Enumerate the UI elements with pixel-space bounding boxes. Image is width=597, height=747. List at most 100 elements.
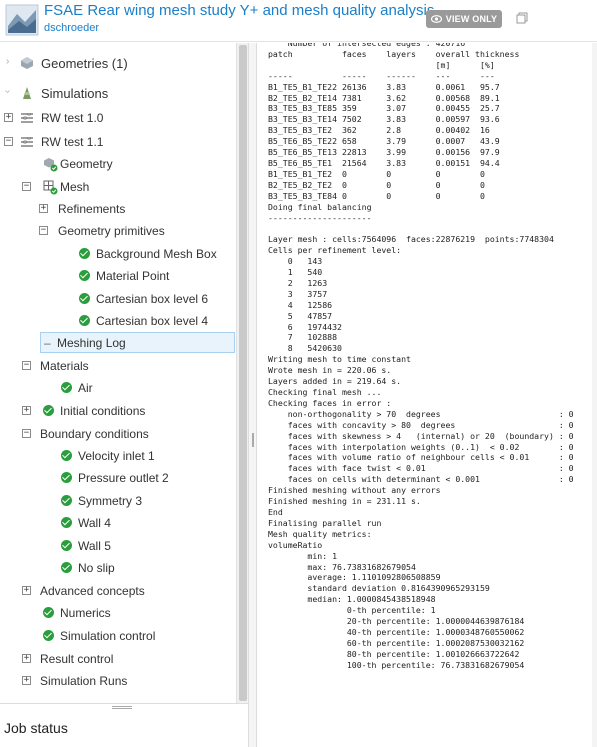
tree-item-simulations[interactable]: › Simulations [0,82,248,104]
expand-icon[interactable]: + [4,113,13,122]
expand-icon[interactable]: + [22,676,31,685]
log-line: 4 12586 [268,299,333,310]
check-icon [61,540,72,551]
tree-item-simulation-control[interactable]: Simulation control [0,625,248,647]
job-status-panel: Job status [0,703,248,747]
log-line: B3_TE5_B3_TE84 0 0 0 0 [268,190,485,201]
tree-item-result-control[interactable]: + Result control [0,648,248,670]
tree-label: Refinements [58,202,126,216]
log-line: faces on cells with determinant < 0.001 … [268,474,574,485]
tree-item-no-slip[interactable]: No slip [0,557,248,579]
tree-item-numerics[interactable]: Numerics [0,602,248,624]
job-status-title[interactable]: Job status [4,720,68,736]
log-line: 40-th percentile: 1.0000348760550062 [268,626,525,637]
tree-item-boundary-conditions[interactable]: − Boundary conditions [0,423,248,445]
tree-label: Boundary conditions [40,427,149,441]
tree-item-geometries[interactable]: › Geometries (1) [0,52,248,74]
chevron-down-icon[interactable]: › [2,90,13,93]
tree-scrollbar[interactable] [236,43,248,703]
log-line: volumeRatio [268,539,323,550]
tree-dash: – [44,335,51,350]
tree-label: Geometry [60,157,113,171]
tree-item-wall-4[interactable]: Wall 4 [0,512,248,534]
tree-item-pressure-outlet[interactable]: Pressure outlet 2 [0,467,248,489]
log-line: B1_TE5_B1_TE2 0 0 0 0 [268,168,485,179]
tree-label: Numerics [60,606,111,620]
simulations-icon [23,87,31,99]
tree-item-symmetry[interactable]: Symmetry 3 [0,490,248,512]
log-line: B3_TE5_B3_TE85 359 3.07 0.00455 25.7 [268,103,500,114]
log-line: median: 1.0000845438518948 [268,594,436,605]
log-line: Finished meshing in = 231.11 s. [268,496,421,507]
mesh-check-icon [43,180,58,195]
tree-item-velocity-inlet[interactable]: Velocity inlet 1 [0,445,248,467]
copy-icon[interactable] [516,12,528,24]
tree-item-materials[interactable]: − Materials [0,355,248,377]
log-line: End [268,506,283,517]
project-title[interactable]: FSAE Rear wing mesh study Y+ and mesh qu… [44,2,434,19]
app-header: FSAE Rear wing mesh study Y+ and mesh qu… [0,0,597,42]
tree-item-material-point[interactable]: Material Point [0,265,248,287]
tree-item-geometry-primitives[interactable]: − Geometry primitives [0,220,248,242]
log-line: 7 102888 [268,332,338,343]
view-only-label: VIEW ONLY [445,14,498,24]
log-line: B1_TE5_B1_TE22 26136 3.83 0.0061 95.7 [268,81,500,92]
simulation-settings-icon [21,113,33,123]
tree-item-refinements[interactable]: + Refinements [0,198,248,220]
expand-icon[interactable]: + [22,654,31,663]
tree-item-cartesian-box-6[interactable]: Cartesian box level 6 [0,288,248,310]
simulation-settings-icon [21,137,33,147]
panel-splitter[interactable] [248,43,257,747]
tree-item-geometry[interactable]: Geometry [0,153,248,175]
log-line: B5_TE6_B5_TE13 22813 3.99 0.00156 97.9 [268,147,500,158]
log-line: 100-th percentile: 76.73831682679054 [268,659,525,670]
expand-icon[interactable]: + [39,204,48,213]
project-tree: › Geometries (1) › Simulations + RW test… [0,43,248,703]
log-line: B2_TE5_B2_TE2 0 0 0 0 [268,179,485,190]
tree-item-rw-test-1-0[interactable]: + RW test 1.0 [0,107,248,129]
log-line: 1 540 [268,267,323,278]
check-icon [43,607,54,618]
tree-item-advanced-concepts[interactable]: + Advanced concepts [0,580,248,602]
tree-item-air[interactable]: Air [0,377,248,399]
log-line: --------------------- [268,212,372,223]
chevron-right-icon[interactable]: › [6,56,9,67]
tree-item-wall-5[interactable]: Wall 5 [0,535,248,557]
collapse-icon[interactable]: − [22,182,31,191]
tree-label: Background Mesh Box [96,247,217,261]
log-line: Mesh quality metrics: [268,528,372,539]
collapse-icon[interactable]: − [22,361,31,370]
tree-item-background-mesh-box[interactable]: Background Mesh Box [0,243,248,265]
expand-icon[interactable]: + [22,586,31,595]
tree-label: Simulations [41,85,109,101]
meshing-log-text: Number of intersected edges : 420716 patc… [268,43,597,671]
tree-item-simulation-runs[interactable]: + Simulation Runs [0,670,248,692]
expand-icon[interactable]: + [22,406,31,415]
tree-item-meshing-log[interactable]: – Meshing Log [40,332,235,353]
collapse-icon[interactable]: − [22,429,31,438]
splitter-grip-icon [252,433,254,447]
tree-item-initial-conditions[interactable]: + Initial conditions [0,400,248,422]
tree-item-rw-test-1-1[interactable]: − RW test 1.1 [0,131,248,153]
log-line: min: 1 [268,550,338,561]
log-line: 0 143 [268,256,323,267]
log-line: 80-th percentile: 1.001026663722642 [268,648,520,659]
geometry-check-icon [44,158,58,172]
log-line: B5_TE6_B5_TE1 21564 3.83 0.00151 94.4 [268,157,500,168]
log-line: 60-th percentile: 1.0002087530032162 [268,637,525,648]
tree-label: Air [78,381,93,395]
project-owner-link[interactable]: dschroeder [44,22,99,34]
log-line: faces with volume ratio of neighbour cel… [268,452,574,463]
collapse-icon[interactable]: − [39,226,48,235]
check-icon [79,248,90,259]
collapse-icon[interactable]: − [4,137,13,146]
tree-scrollbar-thumb[interactable] [239,45,247,701]
tree-item-mesh[interactable]: − Mesh [0,176,248,198]
tree-item-cartesian-box-4[interactable]: Cartesian box level 4 [0,310,248,332]
resize-grip-icon[interactable] [112,706,132,709]
tree-label: RW test 1.0 [41,111,104,125]
log-line: 20-th percentile: 1.0000044639876184 [268,616,525,627]
view-only-button[interactable]: VIEW ONLY [426,10,502,28]
log-line: faces with face twist < 0.01 : 0 [268,463,574,474]
log-scrollbar[interactable] [592,43,597,747]
